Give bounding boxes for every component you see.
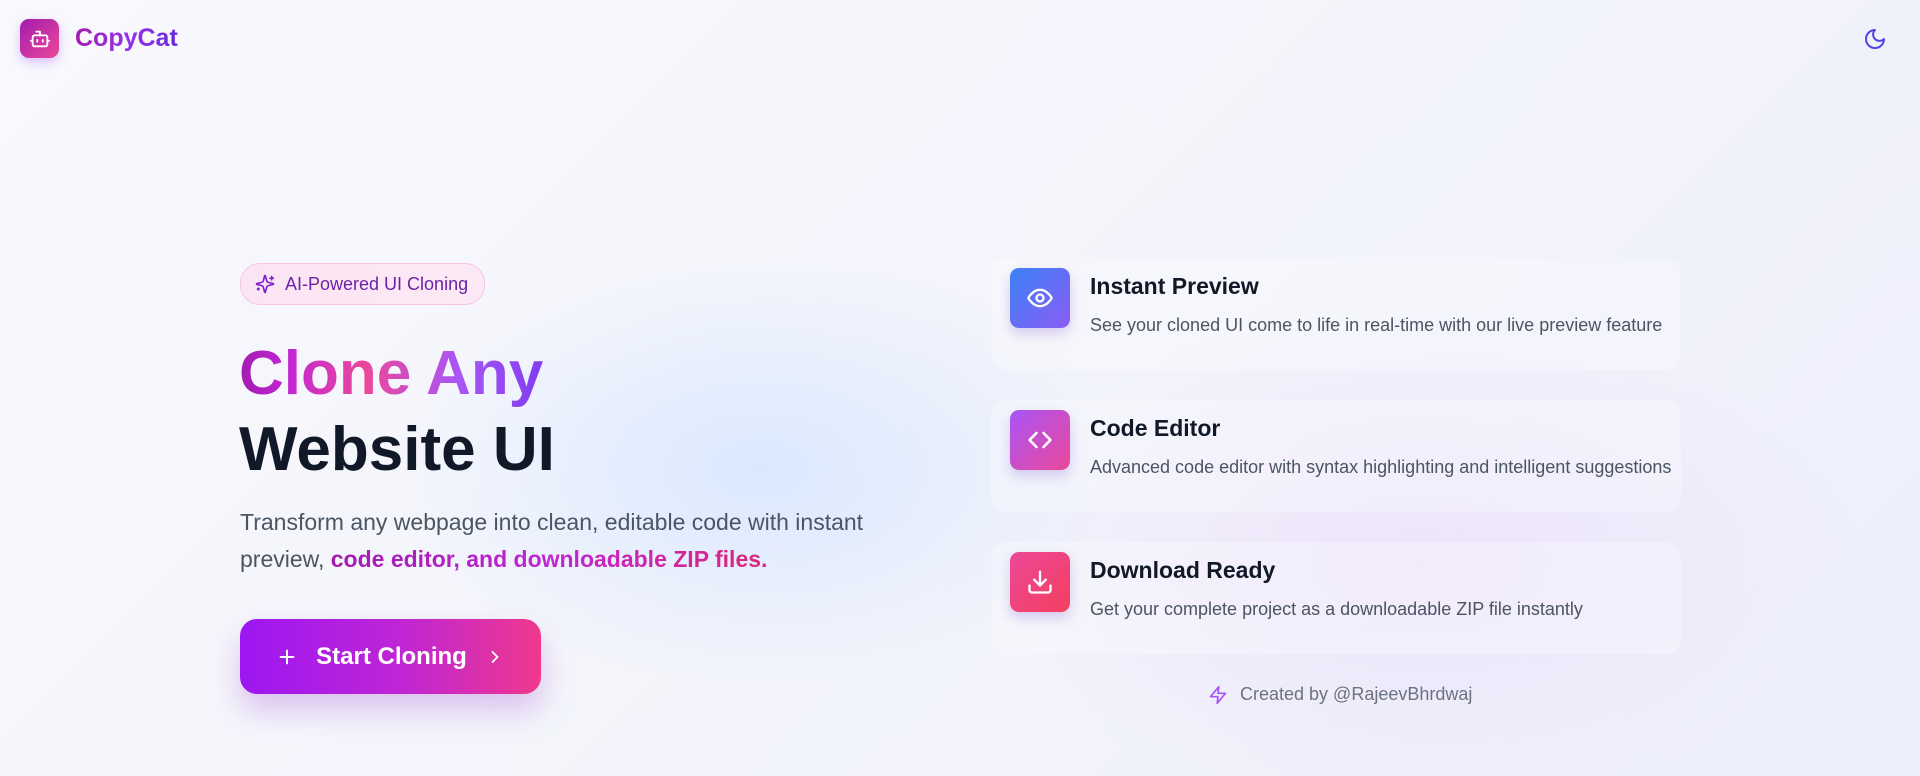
chevron-right-icon xyxy=(491,650,499,663)
start-cloning-button[interactable]: Start Cloning xyxy=(240,619,541,694)
lightning-icon xyxy=(1209,685,1227,704)
hero-badge: AI-Powered UI Cloning xyxy=(240,263,486,305)
app-logo[interactable] xyxy=(20,19,59,58)
hero-title-line1: Clone Any xyxy=(239,336,555,412)
download-icon xyxy=(1028,570,1052,594)
feature-card-download-ready: Download Ready Get your complete project… xyxy=(991,542,1681,654)
robot-icon xyxy=(29,30,50,47)
feature-card-instant-preview: Instant Preview See your cloned UI come … xyxy=(991,258,1681,370)
author-credit: Created by @RajeevBhrdwaj xyxy=(1208,684,1472,705)
feature-description: See your cloned UI come to life in real-… xyxy=(1090,315,1663,335)
feature-title: Instant Preview xyxy=(1090,273,1259,299)
feature-icon-box xyxy=(1010,410,1070,470)
start-cloning-label: Start Cloning xyxy=(316,642,467,670)
code-icon xyxy=(1028,431,1052,449)
feature-card-code-editor: Code Editor Advanced code editor with sy… xyxy=(991,400,1681,512)
feature-icon-box xyxy=(1010,268,1070,328)
sparkles-icon xyxy=(255,274,275,294)
author-credit-text[interactable]: Created by @RajeevBhrdwaj xyxy=(1240,684,1472,705)
moon-icon xyxy=(1865,29,1885,49)
feature-description: Advanced code editor with syntax highlig… xyxy=(1090,457,1672,477)
feature-icon-box xyxy=(1010,552,1070,612)
feature-title: Download Ready xyxy=(1090,557,1276,583)
plus-icon xyxy=(279,649,295,664)
app-name[interactable]: CopyCat xyxy=(75,24,178,53)
hero-description: Transform any webpage into clean, editab… xyxy=(240,504,880,578)
hero-title-line2: Website UI xyxy=(239,415,555,484)
theme-toggle-button[interactable] xyxy=(1862,26,1888,52)
feature-title: Code Editor xyxy=(1090,415,1221,441)
hero-badge-label: AI-Powered UI Cloning xyxy=(285,273,469,294)
feature-description: Get your complete project as a downloada… xyxy=(1090,599,1583,619)
hero-title: Clone Any Website UI xyxy=(239,336,555,488)
hero-description-highlight: code editor, and downloadable ZIP files. xyxy=(330,546,768,572)
app-header: CopyCat xyxy=(20,19,178,58)
eye-icon xyxy=(1027,288,1053,308)
